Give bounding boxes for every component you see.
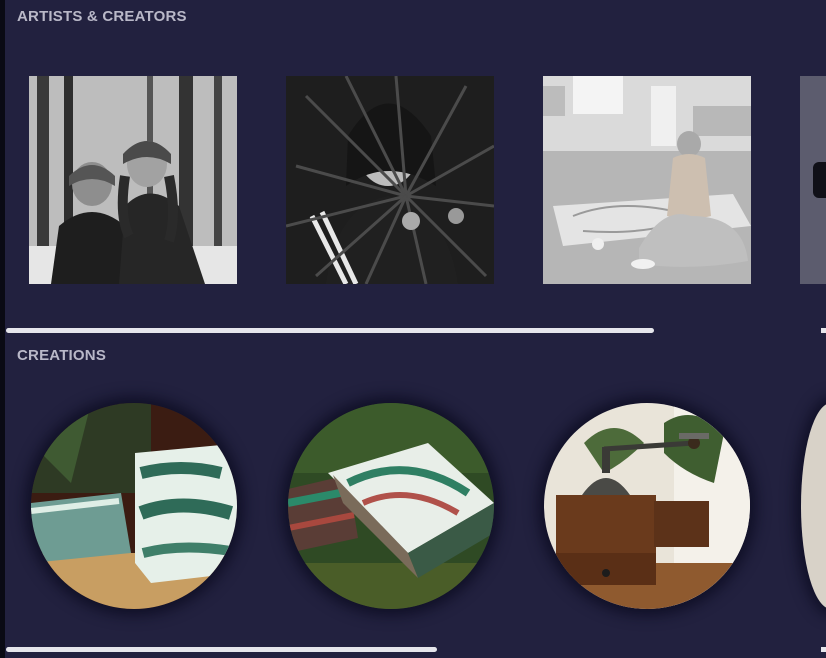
chevron-right-icon[interactable]	[813, 162, 826, 198]
window-edge	[0, 0, 5, 658]
artist-card-3[interactable]	[543, 76, 751, 284]
creations-scrollbar[interactable]	[6, 647, 437, 652]
creations-section-title: CREATIONS	[17, 347, 107, 364]
creation-card-1[interactable]	[31, 403, 237, 609]
creation-photo-marbled-soap	[288, 403, 494, 609]
creation-photo-coffee-grinder	[544, 403, 750, 609]
creation-card-4-partial[interactable]	[801, 403, 826, 609]
creation-photo-partial	[801, 403, 826, 609]
creation-card-2[interactable]	[288, 403, 494, 609]
creation-card-3[interactable]	[544, 403, 750, 609]
artist-card-1[interactable]	[29, 76, 237, 284]
artists-scrollbar[interactable]	[6, 328, 654, 333]
page: ARTISTS & CREATORS CREATIONS	[0, 0, 826, 658]
artist-photo-painter-studio	[543, 76, 751, 284]
artist-card-2[interactable]	[286, 76, 494, 284]
artists-section-title: ARTISTS & CREATORS	[17, 8, 187, 25]
artist-photo-two-women-forest	[29, 76, 237, 284]
artist-photo-woman-palm-leaf	[286, 76, 494, 284]
creations-scroll-end-marker	[821, 647, 826, 652]
artists-scroll-end-marker	[821, 328, 826, 333]
creation-photo-green-soap	[31, 403, 237, 609]
